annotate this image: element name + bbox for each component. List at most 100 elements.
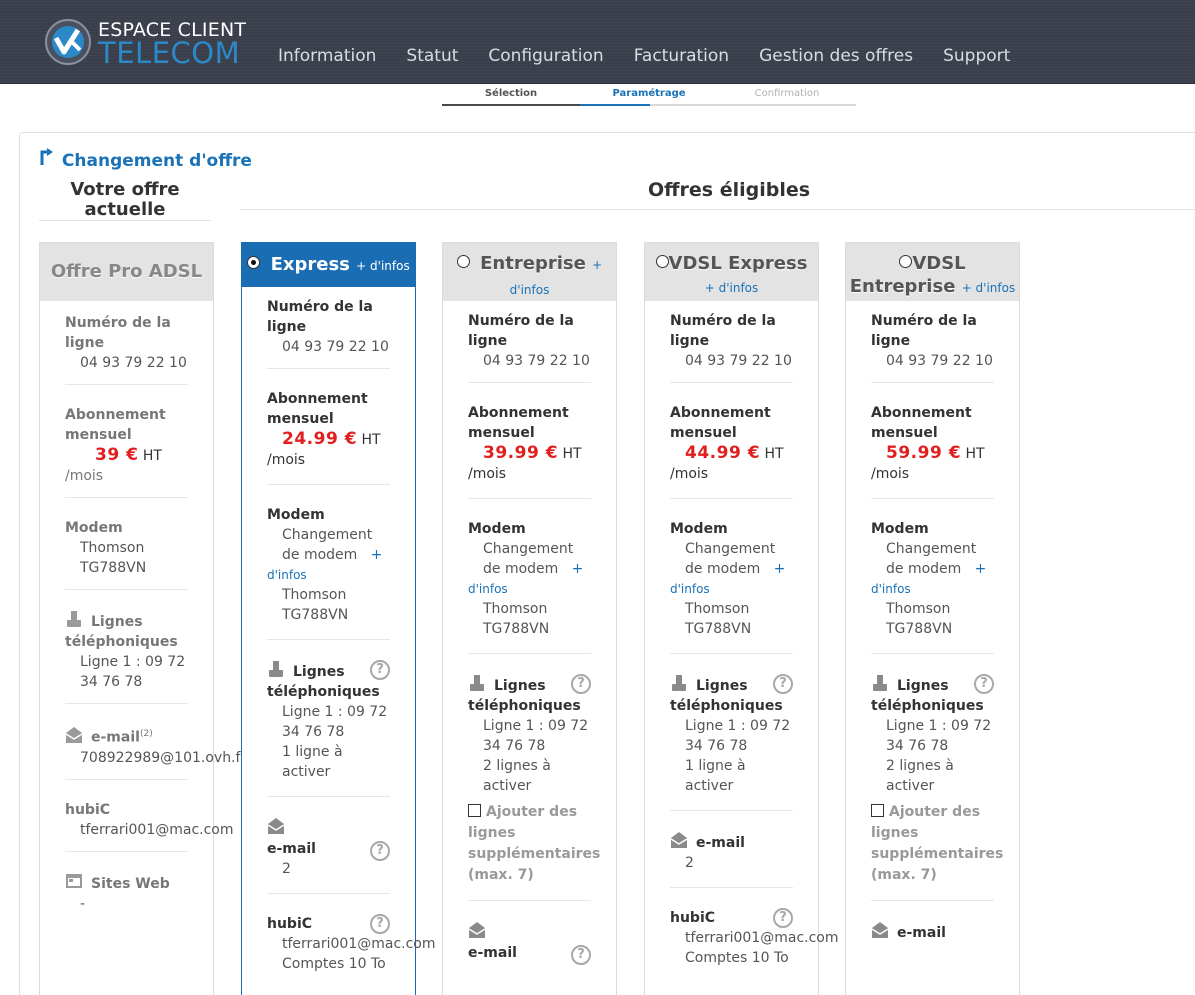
back-arrow-icon [40, 148, 53, 165]
current-price: 39 € [95, 445, 139, 465]
help-icon[interactable]: ? [773, 908, 793, 928]
step-selection: Sélection [484, 88, 538, 99]
offer-header-vdsl-express[interactable]: VDSL Express + d'infos [645, 243, 818, 301]
label-email: e-mail [897, 925, 946, 941]
help-icon[interactable]: ? [370, 841, 390, 861]
logo[interactable]: ESPACE CLIENT TELECOM [44, 18, 246, 70]
offer-email: 2 [685, 855, 694, 871]
offer-ligne: Ligne 1 : 09 72 34 76 78 [282, 704, 388, 740]
offer-numero: 04 93 79 22 10 [483, 353, 590, 369]
label-numero: Numéro de la ligne [468, 313, 574, 349]
offer-infos-link-vdsl-express[interactable]: + d'infos [705, 281, 759, 295]
label-modem: Modem [670, 521, 728, 537]
offer-price: 39.99 € [483, 443, 559, 463]
changement-modem-label: Changement de modem [282, 527, 373, 563]
offer-card-entreprise[interactable]: Entreprise + d'infos Numéro de la ligne … [442, 242, 617, 995]
offer-radio-vdsl-express[interactable] [655, 255, 669, 268]
offer-ligne: Ligne 1 : 09 72 34 76 78 [685, 718, 791, 754]
offer-numero: 04 93 79 22 10 [886, 353, 993, 369]
offer-header-entreprise[interactable]: Entreprise + d'infos [443, 243, 616, 301]
ht-label: HT [562, 446, 582, 462]
back-link[interactable]: Changement d'offre [38, 148, 252, 171]
current-offer-card: Offre Pro ADSL Numéro de la ligne 04 93 … [39, 242, 246, 995]
offer-email: 2 [282, 861, 291, 877]
offer-infos-link-entreprise[interactable]: + [592, 258, 602, 272]
mois-label: /mois [670, 466, 709, 482]
current-lignes: Ligne 1 : 09 72 34 76 78 [80, 654, 186, 690]
offer-a-activer: 1 ligne à activer [685, 758, 746, 794]
nav-item-information[interactable]: Information [278, 46, 376, 66]
email-footnote: (2) [139, 729, 153, 739]
modem-infos-link[interactable]: + [975, 561, 987, 577]
modem-infos-link[interactable]: d'infos [670, 579, 793, 599]
offer-numero: 04 93 79 22 10 [282, 339, 389, 355]
offer-a-activer: 1 ligne à activer [282, 744, 343, 780]
offer-modem: Thomson TG788VN [685, 601, 752, 637]
label-numero: Numéro de la ligne [267, 299, 373, 335]
current-sites: - [80, 895, 86, 912]
modem-infos-link[interactable]: + [774, 561, 786, 577]
help-icon[interactable]: ? [370, 660, 390, 680]
mois-label: /mois [468, 466, 507, 482]
offer-infos-link-express[interactable]: + d'infos [356, 259, 410, 273]
help-icon[interactable]: ? [370, 914, 390, 934]
nav-item-support[interactable]: Support [943, 46, 1010, 66]
label-abonnement: Abonnement mensuel [871, 405, 972, 441]
offer-a-activer: 2 lignes à activer [483, 758, 551, 794]
offer-header-express[interactable]: Express + d'infos [242, 243, 415, 287]
add-lines-option[interactable]: Ajouter des lignes supplémentaires (max.… [468, 802, 600, 886]
step-bar-done [442, 104, 580, 106]
offer-price: 59.99 € [886, 443, 962, 463]
offer-infos-link-entreprise[interactable]: d'infos [510, 283, 550, 297]
changement-modem-label: Changement de modem [886, 541, 977, 577]
offer-ligne: Ligne 1 : 09 72 34 76 78 [483, 718, 589, 754]
offer-radio-express[interactable] [247, 256, 261, 269]
nav-item-facturation[interactable]: Facturation [634, 46, 729, 66]
offer-radio-vdsl-entreprise[interactable] [899, 255, 913, 268]
ht-label: HT [965, 446, 985, 462]
label-email: e-mail [91, 729, 140, 746]
offer-card-express[interactable]: Express + d'infos Numéro de la ligne 04 … [241, 242, 436, 995]
modem-infos-link[interactable]: d'infos [267, 565, 390, 585]
offer-price: 24.99 € [282, 429, 358, 449]
changement-modem-label: Changement de modem [685, 541, 776, 577]
offer-header-vdsl-entreprise[interactable]: VDSL Entreprise + d'infos [846, 243, 1019, 301]
mois-label: /mois [65, 468, 104, 484]
offer-infos-link-vdsl-entreprise[interactable]: + d'infos [962, 281, 1016, 295]
step-bar-pending [650, 104, 856, 106]
current-offer-heading: Votre offre actuelle [70, 179, 180, 220]
offer-ligne: Ligne 1 : 09 72 34 76 78 [886, 718, 992, 754]
help-icon[interactable]: ? [571, 945, 591, 965]
add-lines-checkbox[interactable] [468, 804, 481, 817]
label-email: e-mail [696, 835, 745, 851]
offer-name-entreprise: Entreprise [480, 253, 586, 274]
offer-hubic: tferrari001@mac.com [282, 936, 436, 952]
label-numero: Numéro de la ligne [670, 313, 776, 349]
envelope-icon [468, 922, 486, 938]
nav-item-gestion-offres[interactable]: Gestion des offres [759, 46, 913, 66]
label-modem: Modem [267, 507, 325, 523]
nav-item-configuration[interactable]: Configuration [488, 46, 603, 66]
offer-name-vdsl-entreprise-1: VDSL [912, 253, 966, 274]
modem-infos-link[interactable]: d'infos [468, 579, 591, 599]
step-confirmation: Confirmation [754, 88, 820, 99]
help-icon[interactable]: ? [571, 674, 591, 694]
add-lines-checkbox[interactable] [871, 804, 884, 817]
step-bar-active [580, 104, 650, 106]
label-numero: Numéro de la ligne [65, 315, 171, 351]
modem-infos-link[interactable]: + [371, 547, 383, 563]
nav-item-statut[interactable]: Statut [406, 46, 458, 66]
help-icon[interactable]: ? [974, 674, 994, 694]
offer-radio-entreprise[interactable] [456, 255, 470, 268]
add-lines-option[interactable]: Ajouter des lignes supplémentaires (max.… [871, 802, 1003, 886]
modem-infos-link[interactable]: d'infos [871, 579, 994, 599]
help-icon[interactable]: ? [773, 674, 793, 694]
label-modem: Modem [468, 521, 526, 537]
current-numero: 04 93 79 22 10 [80, 355, 187, 371]
modem-infos-link[interactable]: + [572, 561, 584, 577]
offer-card-vdsl-entreprise[interactable]: VDSL Entreprise + d'infos Numéro de la l… [845, 242, 1020, 995]
phone-icon [67, 611, 81, 627]
offer-hubic-comptes: Comptes 10 To [685, 950, 789, 966]
offer-card-vdsl-express[interactable]: VDSL Express + d'infos Numéro de la lign… [644, 242, 839, 995]
mois-label: /mois [267, 452, 306, 468]
